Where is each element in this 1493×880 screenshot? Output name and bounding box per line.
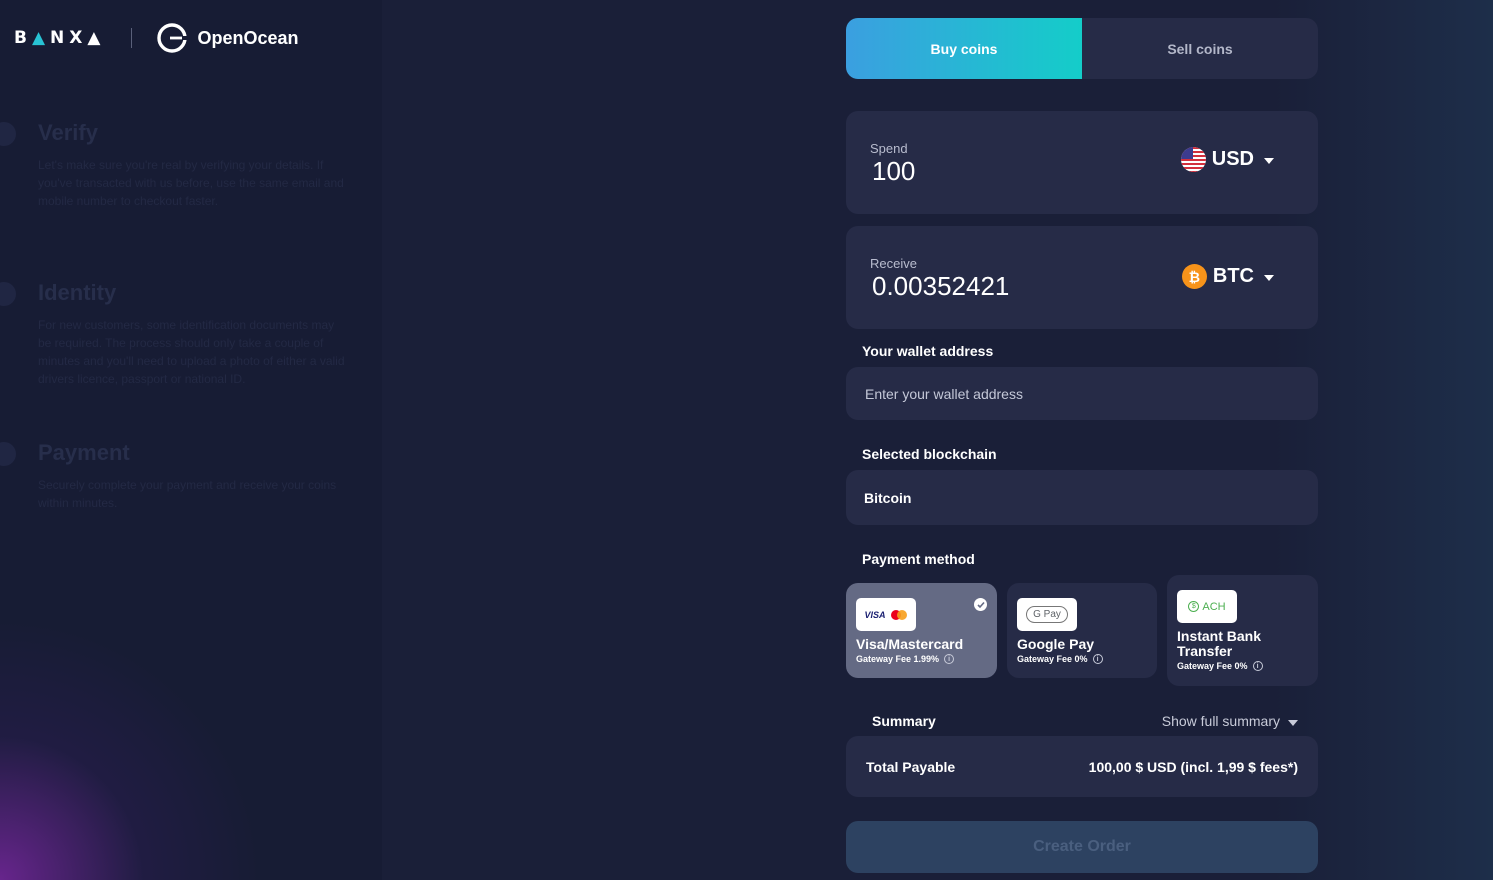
payment-method-label: Payment method	[862, 551, 975, 567]
blockchain-field: Bitcoin	[846, 470, 1318, 525]
payment-option-fee: Gateway Fee 1.99% i	[856, 654, 955, 664]
payment-option-visa-mastercard[interactable]: VISA Visa/Mastercard Gateway Fee 1.99% i	[846, 583, 997, 678]
payment-option-fee: Gateway Fee 0% i	[1177, 661, 1263, 671]
payment-option-google-pay[interactable]: G Pay Google Pay Gateway Fee 0% i	[1007, 583, 1157, 678]
visa-logo-text: VISA	[864, 609, 886, 620]
info-icon[interactable]: i	[1092, 654, 1103, 664]
summary-toggle-label: Show full summary	[1161, 713, 1280, 729]
openocean-name: OpenOcean	[197, 27, 299, 48]
brand-divider	[131, 28, 133, 48]
payment-option-fee: Gateway Fee 0% i	[1017, 654, 1103, 664]
ach-logo-text: ACH	[1202, 600, 1226, 613]
chevron-down-icon	[1264, 158, 1274, 164]
total-payable-value: 100,00 $ USD (incl. 1,99 $ fees*)	[1088, 758, 1298, 775]
step-description: For new customers, some identification d…	[38, 318, 345, 386]
blockchain-label: Selected blockchain	[862, 446, 997, 462]
tab-sell-coins[interactable]: Sell coins	[1082, 18, 1318, 79]
openocean-logo: OpenOcean	[156, 22, 299, 54]
chevron-down-icon	[1288, 719, 1298, 726]
wallet-address-label: Your wallet address	[862, 343, 994, 359]
spend-currency-code: USD	[1211, 148, 1254, 170]
step-title: Identity	[38, 280, 117, 305]
receive-label: Receive	[870, 256, 917, 271]
step-verify: Verify Let's make sure you're real by ve…	[0, 120, 348, 210]
google-pay-logo: G Pay	[1017, 598, 1077, 631]
receive-currency-select[interactable]: ₿ BTC	[1181, 264, 1274, 289]
step-payment: Payment Securely complete your payment a…	[0, 440, 348, 512]
payment-option-instant-bank-transfer[interactable]: $ ACH Instant Bank Transfer Gateway Fee …	[1167, 575, 1318, 686]
receive-amount-input[interactable]	[872, 271, 1132, 302]
spend-box: Spend USD	[846, 111, 1318, 214]
brand-header: B ▲ N X ▲ OpenOcean	[14, 22, 299, 54]
summary-header: Summary Show full summary	[872, 713, 1298, 729]
show-full-summary-toggle[interactable]: Show full summary	[1162, 713, 1298, 729]
spend-currency-select[interactable]: USD	[1180, 147, 1274, 172]
blockchain-value: Bitcoin	[864, 490, 912, 506]
tab-buy-coins[interactable]: Buy coins	[846, 18, 1082, 79]
buy-sell-tabs: Buy coins Sell coins	[846, 18, 1318, 79]
step-number-badge	[0, 282, 16, 306]
check-icon	[974, 598, 987, 611]
total-payable-label: Total Payable	[866, 758, 956, 775]
dollar-icon: $	[1188, 601, 1200, 612]
step-description: Let's make sure you're real by verifying…	[38, 158, 344, 208]
payment-option-name: Instant Bank Transfer	[1177, 628, 1262, 659]
step-number-badge	[0, 122, 16, 146]
openocean-icon	[157, 23, 189, 53]
payment-option-name: Google Pay	[1017, 636, 1095, 652]
us-flag-icon	[1180, 147, 1206, 172]
bitcoin-icon: ₿	[1181, 264, 1207, 289]
create-order-button[interactable]: Create Order	[846, 821, 1318, 873]
google-pay-logo-text: G Pay	[1026, 606, 1068, 623]
step-description: Securely complete your payment and recei…	[38, 478, 337, 510]
wallet-address-input[interactable]	[846, 367, 1318, 420]
visa-mastercard-logo: VISA	[856, 598, 916, 631]
fee-text: Gateway Fee 0%	[1017, 654, 1088, 664]
spend-amount-input[interactable]	[872, 156, 1132, 187]
ach-logo: $ ACH	[1177, 590, 1237, 623]
info-icon[interactable]: i	[1252, 661, 1263, 671]
info-icon[interactable]: i	[944, 654, 955, 664]
total-payable-box: Total Payable 100,00 $ USD (incl. 1,99 $…	[846, 736, 1318, 797]
mastercard-icon	[890, 609, 907, 620]
payment-option-name: Visa/Mastercard	[856, 636, 964, 652]
fee-text: Gateway Fee 0%	[1177, 661, 1248, 671]
receive-box: Receive ₿ BTC	[846, 226, 1318, 329]
spend-label: Spend	[870, 141, 908, 156]
step-number-badge	[0, 442, 16, 466]
chevron-down-icon	[1264, 275, 1274, 281]
summary-title: Summary	[872, 713, 936, 729]
step-identity: Identity For new customers, some identif…	[0, 280, 348, 388]
banxa-logo: B ▲ N X ▲	[14, 28, 106, 48]
step-title: Payment	[38, 440, 130, 465]
fee-text: Gateway Fee 1.99%	[856, 654, 940, 664]
step-title: Verify	[38, 120, 98, 145]
receive-currency-code: BTC	[1212, 265, 1254, 287]
wallet-address-field	[846, 367, 1318, 420]
sidebar: B ▲ N X ▲ OpenOcean Verify Let's make sure y…	[0, 0, 382, 880]
